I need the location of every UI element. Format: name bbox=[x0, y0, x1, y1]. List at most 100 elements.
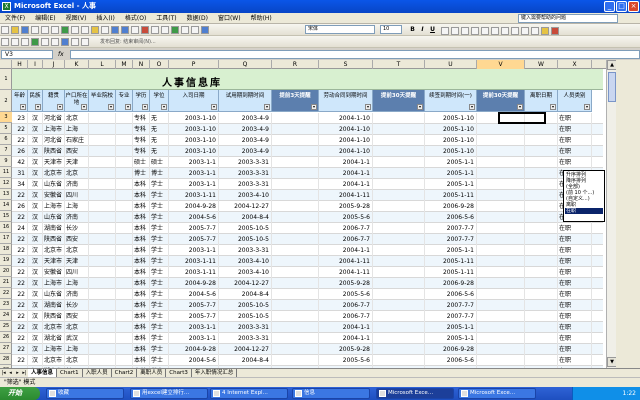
cell[interactable]: 2007-7-7 bbox=[425, 300, 477, 311]
column-header-X[interactable]: X bbox=[558, 60, 592, 69]
cell[interactable]: 北京 bbox=[65, 355, 89, 366]
sheet-tab[interactable]: 入职人员 bbox=[83, 369, 112, 377]
cell[interactable]: 无 bbox=[150, 146, 169, 157]
cell[interactable]: 上海 bbox=[65, 201, 89, 212]
cell[interactable]: 汉 bbox=[28, 311, 43, 322]
cell[interactable]: 2004-1-1 bbox=[319, 157, 373, 168]
cell[interactable]: 本科 bbox=[133, 179, 150, 190]
borders-icon[interactable] bbox=[530, 27, 539, 35]
menu-4[interactable]: 格式(O) bbox=[120, 13, 151, 24]
cell[interactable]: 学士 bbox=[150, 333, 169, 344]
sheet-tab[interactable]: Chart2 bbox=[112, 369, 138, 377]
cell[interactable] bbox=[525, 344, 558, 355]
fx-icon[interactable]: fx bbox=[58, 50, 64, 59]
cell[interactable]: 2003-3-31 bbox=[219, 245, 272, 256]
menu-2[interactable]: 视图(V) bbox=[61, 13, 92, 24]
row-header-23[interactable]: 23 bbox=[0, 299, 12, 310]
cell[interactable]: 23 bbox=[12, 113, 28, 124]
cell[interactable] bbox=[525, 201, 558, 212]
align-center-icon[interactable] bbox=[450, 27, 459, 35]
align-right-icon[interactable] bbox=[460, 27, 469, 35]
cell[interactable] bbox=[373, 344, 425, 355]
cell[interactable]: 陕西省 bbox=[43, 311, 65, 322]
cell[interactable]: 北京市 bbox=[43, 245, 65, 256]
cell[interactable] bbox=[116, 223, 133, 234]
filter-dropdown-icon[interactable]: ▾ bbox=[35, 104, 41, 110]
filter-dropdown-icon[interactable]: ▾ bbox=[517, 104, 523, 110]
cell[interactable]: 学士 bbox=[150, 223, 169, 234]
sheet-tab[interactable]: Chart3 bbox=[166, 369, 192, 377]
cell[interactable]: 2003-1-11 bbox=[169, 190, 219, 201]
cell[interactable]: 2003-1-1 bbox=[169, 179, 219, 190]
cell[interactable] bbox=[272, 146, 319, 157]
vertical-scrollbar[interactable]: ▲ ▼ bbox=[606, 60, 617, 368]
cell[interactable]: 2005-10-5 bbox=[219, 234, 272, 245]
cell[interactable]: 2005-1-10 bbox=[425, 113, 477, 124]
bold-button[interactable]: B bbox=[408, 25, 417, 34]
row-header-26[interactable]: 26 bbox=[0, 332, 12, 343]
cell[interactable]: 2004-1-10 bbox=[319, 113, 373, 124]
cell[interactable]: 2004-1-1 bbox=[319, 179, 373, 190]
cell[interactable]: 汉 bbox=[28, 135, 43, 146]
cell[interactable]: 2005-7-7 bbox=[169, 234, 219, 245]
cell[interactable]: 本科 bbox=[133, 333, 150, 344]
cell[interactable] bbox=[525, 179, 558, 190]
cell[interactable]: 2004-1-11 bbox=[319, 256, 373, 267]
cell[interactable] bbox=[373, 179, 425, 190]
cell[interactable]: 无 bbox=[150, 135, 169, 146]
cell[interactable]: 本科 bbox=[133, 289, 150, 300]
column-header-Q[interactable]: Q bbox=[219, 60, 272, 69]
cell[interactable] bbox=[89, 157, 116, 168]
print-preview-icon[interactable] bbox=[51, 26, 59, 34]
menu-6[interactable]: 数据(D) bbox=[182, 13, 213, 24]
cell[interactable] bbox=[373, 267, 425, 278]
cell[interactable] bbox=[272, 157, 319, 168]
start-button[interactable]: 开始 bbox=[0, 387, 40, 400]
close-button[interactable]: × bbox=[628, 1, 639, 12]
cell[interactable]: 山东省 bbox=[43, 289, 65, 300]
filter-dropdown-icon[interactable]: ▾ bbox=[81, 104, 87, 110]
sheet-tab[interactable]: 人事信息 bbox=[28, 369, 58, 377]
table-row[interactable]: 24 汉湖南省 长沙 本科 学士 2005-7-7 2005-10-5 2006-7-7 200… bbox=[12, 223, 603, 234]
cell[interactable]: 在职 bbox=[558, 300, 592, 311]
cell[interactable] bbox=[89, 322, 116, 333]
cell[interactable]: 2004-1-10 bbox=[319, 124, 373, 135]
taskbar-button[interactable]: Microsoft Exce... bbox=[458, 388, 536, 399]
cell[interactable]: 在职 bbox=[558, 333, 592, 344]
row-header-12[interactable]: 12 bbox=[0, 178, 12, 189]
table-row[interactable]: 22 汉河北省 石家庄 专科无 2003-1-10 2003-4-9 2004-1-10 20… bbox=[12, 135, 603, 146]
help-question-box[interactable]: 键入需要帮助的问题 bbox=[518, 14, 618, 23]
cell[interactable]: 2004-8-4 bbox=[219, 212, 272, 223]
cell[interactable] bbox=[89, 168, 116, 179]
cell[interactable] bbox=[373, 234, 425, 245]
cell[interactable]: 学士 bbox=[150, 256, 169, 267]
cell[interactable]: 上海市 bbox=[43, 124, 65, 135]
save-icon[interactable] bbox=[21, 26, 29, 34]
next-sheet-icon[interactable]: ▸ bbox=[14, 369, 21, 377]
cell[interactable] bbox=[373, 190, 425, 201]
row-header-2[interactable]: 2 bbox=[0, 90, 12, 112]
redo-icon[interactable] bbox=[121, 26, 129, 34]
cell[interactable]: 2005-10-5 bbox=[219, 223, 272, 234]
cell[interactable]: 本科 bbox=[133, 201, 150, 212]
cell[interactable] bbox=[477, 157, 525, 168]
cell[interactable]: 2005-1-10 bbox=[425, 124, 477, 135]
cell[interactable]: 2003-4-9 bbox=[219, 135, 272, 146]
cell[interactable] bbox=[373, 245, 425, 256]
cell[interactable]: 2005-1-1 bbox=[425, 333, 477, 344]
cell[interactable]: 西安 bbox=[65, 234, 89, 245]
scroll-thumb[interactable] bbox=[608, 72, 616, 102]
cell[interactable]: 2003-3-31 bbox=[219, 157, 272, 168]
cell[interactable] bbox=[89, 179, 116, 190]
cell[interactable]: 在职 bbox=[558, 267, 592, 278]
toolbar2-icon-7[interactable] bbox=[61, 38, 69, 46]
cell[interactable] bbox=[525, 135, 558, 146]
cell[interactable]: 上海 bbox=[65, 344, 89, 355]
cell[interactable]: 2005-10-5 bbox=[219, 311, 272, 322]
menu-3[interactable]: 插入(I) bbox=[91, 13, 119, 24]
comma-icon[interactable] bbox=[500, 27, 509, 35]
cell[interactable] bbox=[272, 333, 319, 344]
cell[interactable] bbox=[89, 289, 116, 300]
cell[interactable]: 本科 bbox=[133, 355, 150, 366]
cell[interactable]: 汉 bbox=[28, 124, 43, 135]
